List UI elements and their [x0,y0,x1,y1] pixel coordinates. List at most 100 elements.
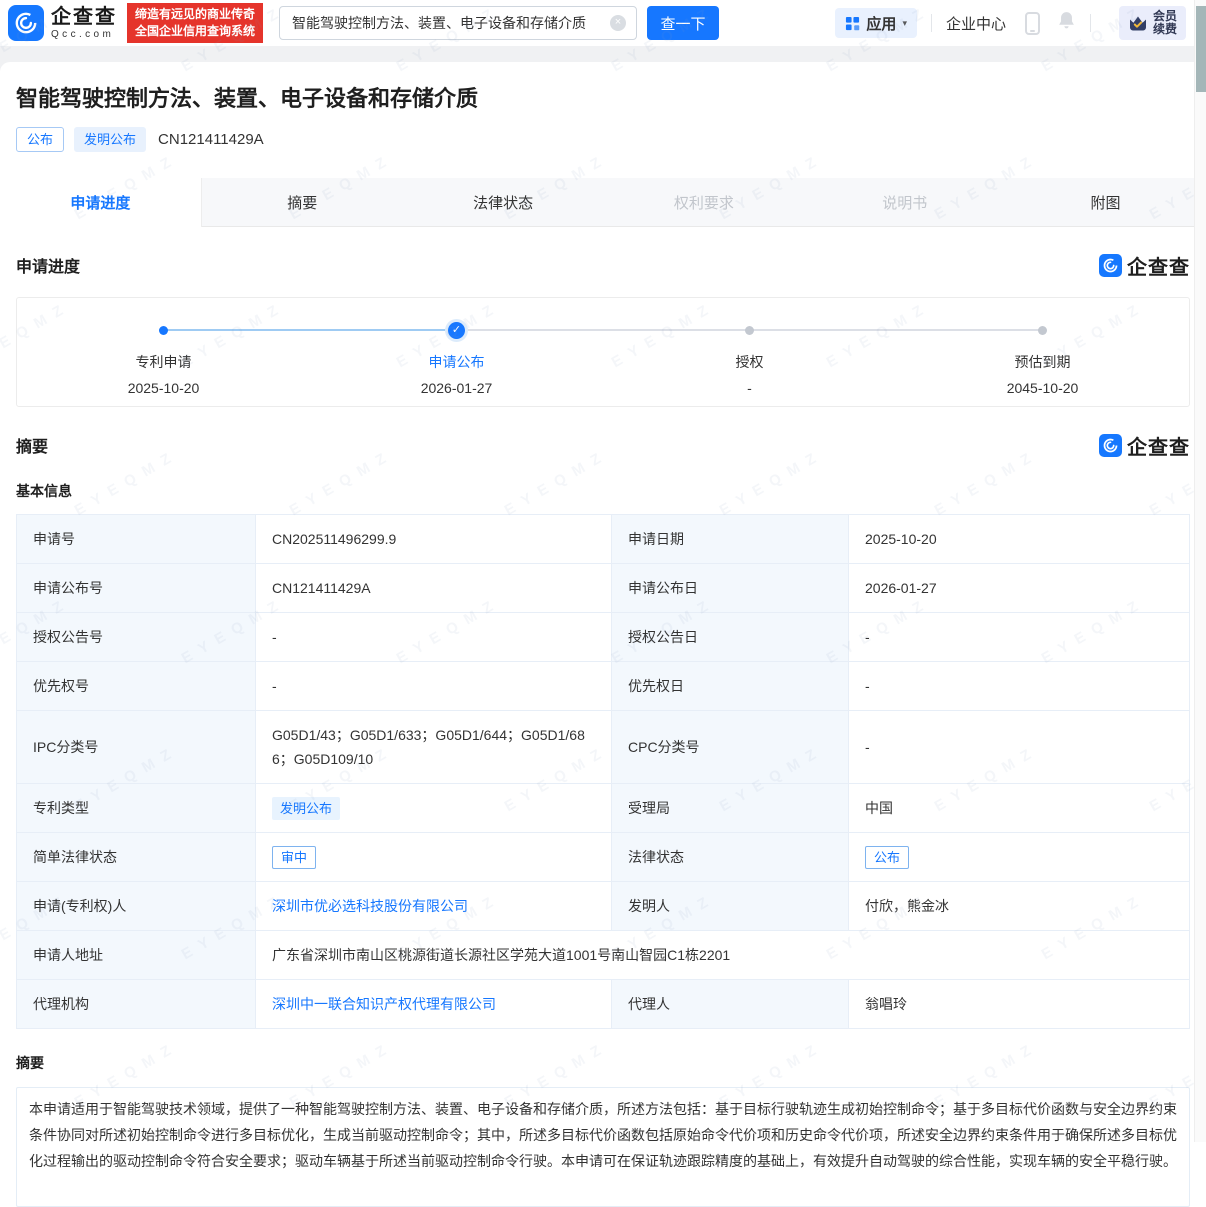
info-value: 深圳中一联合知识产权代理有限公司 [256,980,612,1029]
divider [931,14,932,32]
info-label: 专利类型 [17,784,256,833]
timeline-dot [54,322,274,339]
company-link[interactable]: 深圳中一联合知识产权代理有限公司 [272,996,496,1012]
table-row: 授权公告号-授权公告日- [17,613,1190,662]
step-date: 2045-10-20 [933,380,1153,396]
status-badge: 审中 [272,846,316,869]
info-label: 受理局 [612,784,849,833]
table-row: 申请(专利权)人深圳市优必选科技股份有限公司发明人付欣，熊金冰 [17,882,1190,931]
table-row: 申请号CN202511496299.9申请日期2025-10-20 [17,515,1190,564]
info-value: - [849,662,1190,711]
member-crown-icon [1128,14,1148,32]
badge-row: 公布发明公布 CN121411429A [16,126,1190,152]
patent-badges: 公布发明公布 [16,127,146,152]
apps-label: 应用 [866,13,896,34]
info-value: 广东省深圳市南山区桃源街道长源社区学苑大道1001号南山智园C1栋2201 [256,931,1190,980]
tab[interactable]: 法律状态 [403,178,604,226]
info-label: 申请人地址 [17,931,256,980]
patent-header-section: 智能驾驶控制方法、装置、电子设备和存储介质 公布发明公布 CN121411429… [16,62,1190,152]
qcc-brand-text: 企查查 [1127,251,1190,280]
qcc-watermark-logo: 企查查 [1099,431,1190,460]
check-icon: ✓ [448,322,465,339]
scrollbar-thumb[interactable] [1196,6,1206,92]
qcc-spiral-glyph [13,10,39,36]
timeline-step: 专利申请2025-10-20 [54,322,274,396]
main-area: 智能驾驶控制方法、装置、电子设备和存储介质 公布发明公布 CN121411429… [0,46,1206,1142]
info-value: 2025-10-20 [849,515,1190,564]
step-date: 2025-10-20 [54,380,274,396]
info-label: 优先权号 [17,662,256,711]
table-row: IPC分类号G05D1/43；G05D1/633；G05D1/644；G05D1… [17,711,1190,784]
abstract-section-title: 摘要 [16,433,48,457]
search-input[interactable] [290,14,610,32]
table-row: 代理机构深圳中一联合知识产权代理有限公司代理人翁唱玲 [17,980,1190,1029]
timeline-step: ✓申请公布2026-01-27 [347,322,567,396]
info-label: 申请日期 [612,515,849,564]
qcc-logo-icon [1099,254,1122,277]
tab[interactable]: 附图 [1005,178,1206,226]
timeline-dot-marker [1038,326,1047,335]
slogan-line1: 缔造有远见的商业传奇 [135,6,255,23]
info-value: - [849,613,1190,662]
info-label: 代理机构 [17,980,256,1029]
info-label: 简单法律状态 [17,833,256,882]
apps-grid-icon [845,16,860,31]
step-label: 授权 [640,352,860,372]
timeline-step: 授权- [640,322,860,396]
notification-bell-icon[interactable] [1057,10,1076,36]
timeline-dot: ✓ [347,322,567,339]
patent-number: CN121411429A [158,131,264,148]
tab[interactable]: 权利要求 [603,178,804,226]
apps-button[interactable]: 应用 ▾ [835,8,917,38]
info-value: G05D1/43；G05D1/633；G05D1/644；G05D1/686；G… [256,711,612,784]
info-label: 申请号 [17,515,256,564]
patent-status-badge: 公布 [16,127,64,152]
member-renew-label: 会员 续费 [1153,10,1177,36]
qcc-logo-icon[interactable] [8,5,44,41]
mobile-app-icon[interactable] [1025,12,1040,35]
info-value: 2026-01-27 [849,564,1190,613]
progress-section: 申请进度 企查查 专利申请2025-10-20 ✓申请公布2026-01-27 授权… [16,251,1190,407]
timeline-step: 预估到期 2045-10-20 [933,322,1153,396]
timeline-dot-marker [159,326,168,335]
table-row: 专利类型发明公布受理局中国 [17,784,1190,833]
timeline-dot-marker [745,326,754,335]
info-label: 授权公告号 [17,613,256,662]
info-value: CN202511496299.9 [256,515,612,564]
info-value: - [256,662,612,711]
abstract-text-title: 摘要 [16,1053,1190,1073]
enterprise-center-link[interactable]: 企业中心 [946,13,1006,34]
info-label: 申请公布号 [17,564,256,613]
info-label: 优先权日 [612,662,849,711]
tab-bar: 申请进度摘要法律状态权利要求说明书附图 [0,178,1206,227]
info-label: 申请公布日 [612,564,849,613]
step-label: 预估到期 [933,352,1153,372]
qcc-logo-icon [1099,434,1122,457]
info-value: 公布 [849,833,1190,882]
tab[interactable]: 摘要 [202,178,403,226]
content-card: 智能驾驶控制方法、装置、电子设备和存储介质 公布发明公布 CN121411429… [0,62,1206,1207]
progress-section-title: 申请进度 [16,253,80,277]
slogan-banner: 缔造有远见的商业传奇 全国企业信用查询系统 [127,3,263,43]
brand-text[interactable]: 企查查 Qcc.com [51,7,117,40]
patent-status-badge: 发明公布 [74,127,146,152]
tab[interactable]: 说明书 [804,178,1005,226]
info-label: 法律状态 [612,833,849,882]
scrollbar-track[interactable] [1194,0,1206,1142]
table-row: 优先权号-优先权日- [17,662,1190,711]
table-row: 申请公布号CN121411429A申请公布日2026-01-27 [17,564,1190,613]
info-value: - [256,613,612,662]
qcc-watermark-logo: 企查查 [1099,251,1190,280]
info-label: 代理人 [612,980,849,1029]
tab[interactable]: 申请进度 [0,178,202,227]
info-value: 深圳市优必选科技股份有限公司 [256,882,612,931]
info-value: 中国 [849,784,1190,833]
info-label: 申请(专利权)人 [17,882,256,931]
status-badge: 公布 [865,846,909,869]
member-renew-button[interactable]: 会员 续费 [1119,6,1186,40]
company-link[interactable]: 深圳市优必选科技股份有限公司 [272,898,468,914]
search-button[interactable]: 查一下 [647,6,719,40]
page-title: 智能驾驶控制方法、装置、电子设备和存储介质 [16,86,1190,112]
table-row: 申请人地址广东省深圳市南山区桃源街道长源社区学苑大道1001号南山智园C1栋22… [17,931,1190,980]
search-clear-icon[interactable]: × [610,15,626,31]
